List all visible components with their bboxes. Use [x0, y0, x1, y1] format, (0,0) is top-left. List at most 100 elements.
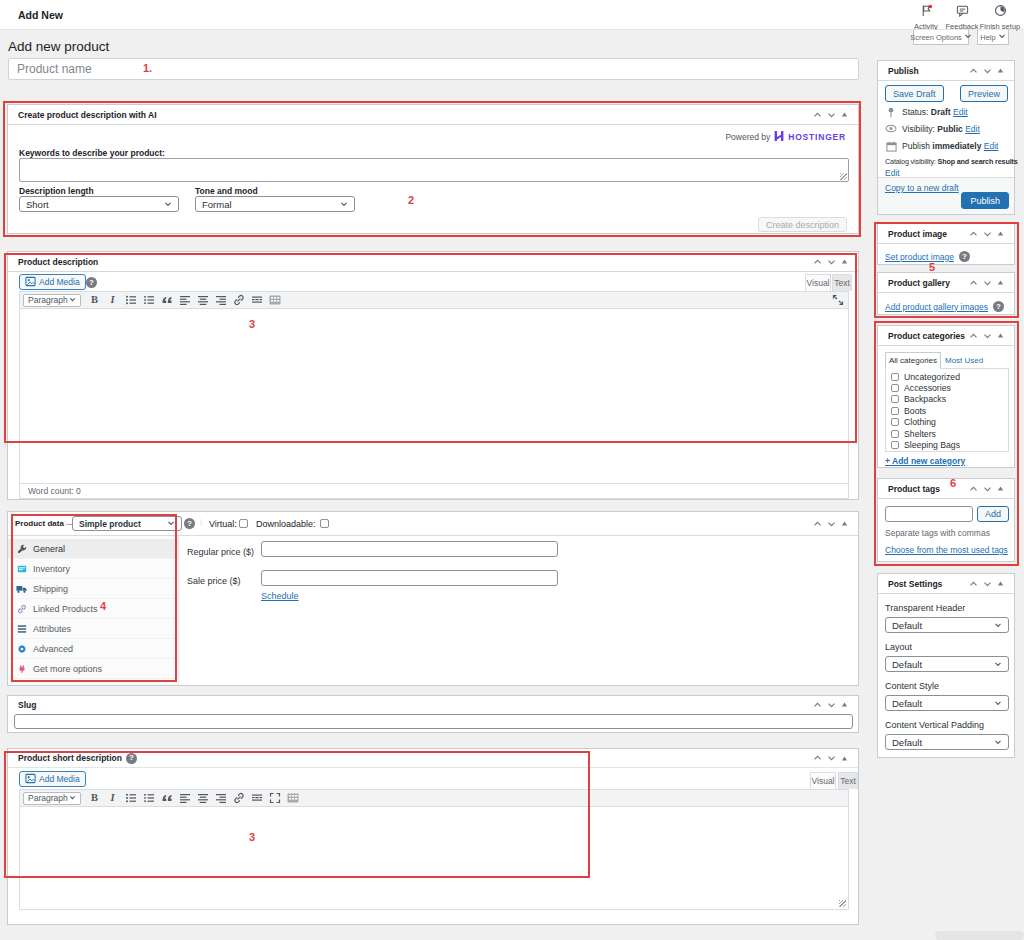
italic-icon[interactable]: I	[105, 792, 120, 805]
resize-handle[interactable]	[840, 173, 847, 180]
align-center-icon[interactable]	[195, 792, 210, 805]
edit-schedule-link[interactable]: Edit	[984, 141, 999, 151]
edit-visibility-link[interactable]: Edit	[965, 124, 980, 134]
setting-select-content-vertical-padding[interactable]: Default	[885, 734, 1009, 750]
move-up-icon[interactable]	[969, 230, 978, 238]
align-left-icon[interactable]	[177, 294, 192, 307]
move-down-icon[interactable]	[983, 485, 992, 493]
move-up-icon[interactable]	[813, 754, 822, 762]
bulleted-list-icon[interactable]	[123, 792, 138, 805]
link-icon[interactable]	[231, 792, 246, 805]
edit-status-link[interactable]: Edit	[953, 107, 968, 117]
preview-button[interactable]: Preview	[960, 85, 1008, 102]
more-tag-icon[interactable]	[249, 792, 264, 805]
product-data-tab-linked-products[interactable]: Linked Products	[8, 599, 178, 619]
all-categories-tab[interactable]: All categories	[885, 352, 941, 369]
move-up-icon[interactable]	[969, 332, 978, 340]
align-center-icon[interactable]	[195, 294, 210, 307]
category-checkbox[interactable]	[891, 418, 899, 426]
collapse-panel-icon[interactable]	[997, 67, 1004, 74]
move-down-icon[interactable]	[983, 580, 992, 588]
category-checkbox[interactable]	[891, 441, 899, 449]
product-data-tab-get-more-options[interactable]: Get more options	[8, 659, 178, 679]
move-up-icon[interactable]	[969, 67, 978, 75]
activity-button[interactable]: Activity	[906, 3, 946, 31]
category-checkbox[interactable]	[891, 430, 899, 438]
collapse-panel-icon[interactable]	[841, 258, 848, 265]
create-description-button[interactable]: Create description	[758, 217, 847, 232]
kitchen-sink-icon[interactable]	[285, 792, 300, 805]
link-icon[interactable]	[231, 294, 246, 307]
text-tab[interactable]: Text	[838, 772, 858, 789]
fullscreen-icon[interactable]	[267, 792, 282, 805]
more-tag-icon[interactable]	[249, 294, 264, 307]
publish-button[interactable]: Publish	[961, 192, 1009, 209]
category-checkbox[interactable]	[891, 373, 899, 381]
collapse-panel-icon[interactable]	[997, 230, 1004, 237]
bold-icon[interactable]: B	[87, 294, 102, 307]
move-up-icon[interactable]	[813, 258, 822, 266]
move-down-icon[interactable]	[983, 67, 992, 75]
product-data-tab-shipping[interactable]: Shipping	[8, 579, 178, 599]
help-button[interactable]: Help	[977, 30, 1009, 45]
move-up-icon[interactable]	[969, 485, 978, 493]
product-data-tab-inventory[interactable]: Inventory	[8, 559, 178, 579]
move-up-icon[interactable]	[969, 580, 978, 588]
collapse-panel-icon[interactable]	[997, 279, 1004, 286]
product-name-input[interactable]	[8, 58, 859, 80]
distraction-free-icon[interactable]	[830, 294, 845, 307]
screen-options-button[interactable]: Screen Options	[913, 30, 969, 45]
move-up-icon[interactable]	[969, 279, 978, 287]
setting-select-layout[interactable]: Default	[885, 656, 1009, 672]
feedback-button[interactable]: Feedback	[942, 3, 982, 31]
description-length-select[interactable]: Short	[19, 196, 179, 212]
align-left-icon[interactable]	[177, 792, 192, 805]
save-draft-button[interactable]: Save Draft	[885, 85, 944, 102]
help-icon[interactable]: ?	[993, 301, 1004, 312]
collapse-panel-icon[interactable]	[841, 701, 848, 708]
most-used-tab[interactable]: Most Used	[945, 356, 983, 365]
copy-draft-link[interactable]: Copy to a new draft	[885, 183, 959, 193]
move-up-icon[interactable]	[813, 701, 822, 709]
collapse-panel-icon[interactable]	[841, 755, 848, 762]
product-data-tab-advanced[interactable]: Advanced	[8, 639, 178, 659]
slug-input[interactable]	[14, 714, 853, 729]
move-down-icon[interactable]	[827, 258, 836, 266]
align-right-icon[interactable]	[213, 294, 228, 307]
move-down-icon[interactable]	[827, 701, 836, 709]
visual-tab[interactable]: Visual	[810, 772, 836, 789]
collapse-panel-icon[interactable]	[997, 485, 1004, 492]
blockquote-icon[interactable]	[159, 792, 174, 805]
help-icon[interactable]: ?	[184, 518, 195, 529]
product-data-tab-general[interactable]: General	[8, 539, 178, 559]
virtual-checkbox[interactable]	[239, 519, 248, 528]
text-tab[interactable]: Text	[832, 274, 852, 291]
move-down-icon[interactable]	[827, 111, 836, 119]
collapse-panel-icon[interactable]	[997, 332, 1004, 339]
numbered-list-icon[interactable]	[141, 792, 156, 805]
tone-select[interactable]: Formal	[195, 196, 355, 212]
numbered-list-icon[interactable]	[141, 294, 156, 307]
help-icon[interactable]: ?	[959, 251, 970, 262]
category-checkbox[interactable]	[891, 384, 899, 392]
schedule-link[interactable]: Schedule	[261, 591, 299, 601]
move-down-icon[interactable]	[827, 520, 836, 528]
add-media-button[interactable]: Add Media	[19, 274, 86, 290]
move-up-icon[interactable]	[813, 111, 822, 119]
help-icon[interactable]: ?	[86, 277, 97, 288]
add-new-category-link[interactable]: + Add new category	[885, 456, 965, 466]
add-gallery-images-link[interactable]: Add product gallery images	[885, 302, 988, 312]
collapse-panel-icon[interactable]	[997, 580, 1004, 587]
move-up-icon[interactable]	[813, 520, 822, 528]
setting-select-transparent-header[interactable]: Default	[885, 617, 1009, 633]
setting-select-content-style[interactable]: Default	[885, 695, 1009, 711]
choose-tags-link[interactable]: Choose from the most used tags	[885, 545, 1008, 555]
kitchen-sink-icon[interactable]	[267, 294, 282, 307]
move-down-icon[interactable]	[983, 332, 992, 340]
align-right-icon[interactable]	[213, 792, 228, 805]
bulleted-list-icon[interactable]	[123, 294, 138, 307]
set-product-image-link[interactable]: Set product image	[885, 252, 954, 262]
collapse-panel-icon[interactable]	[841, 111, 848, 118]
category-checkbox[interactable]	[891, 395, 899, 403]
sale-price-input[interactable]	[261, 570, 558, 586]
